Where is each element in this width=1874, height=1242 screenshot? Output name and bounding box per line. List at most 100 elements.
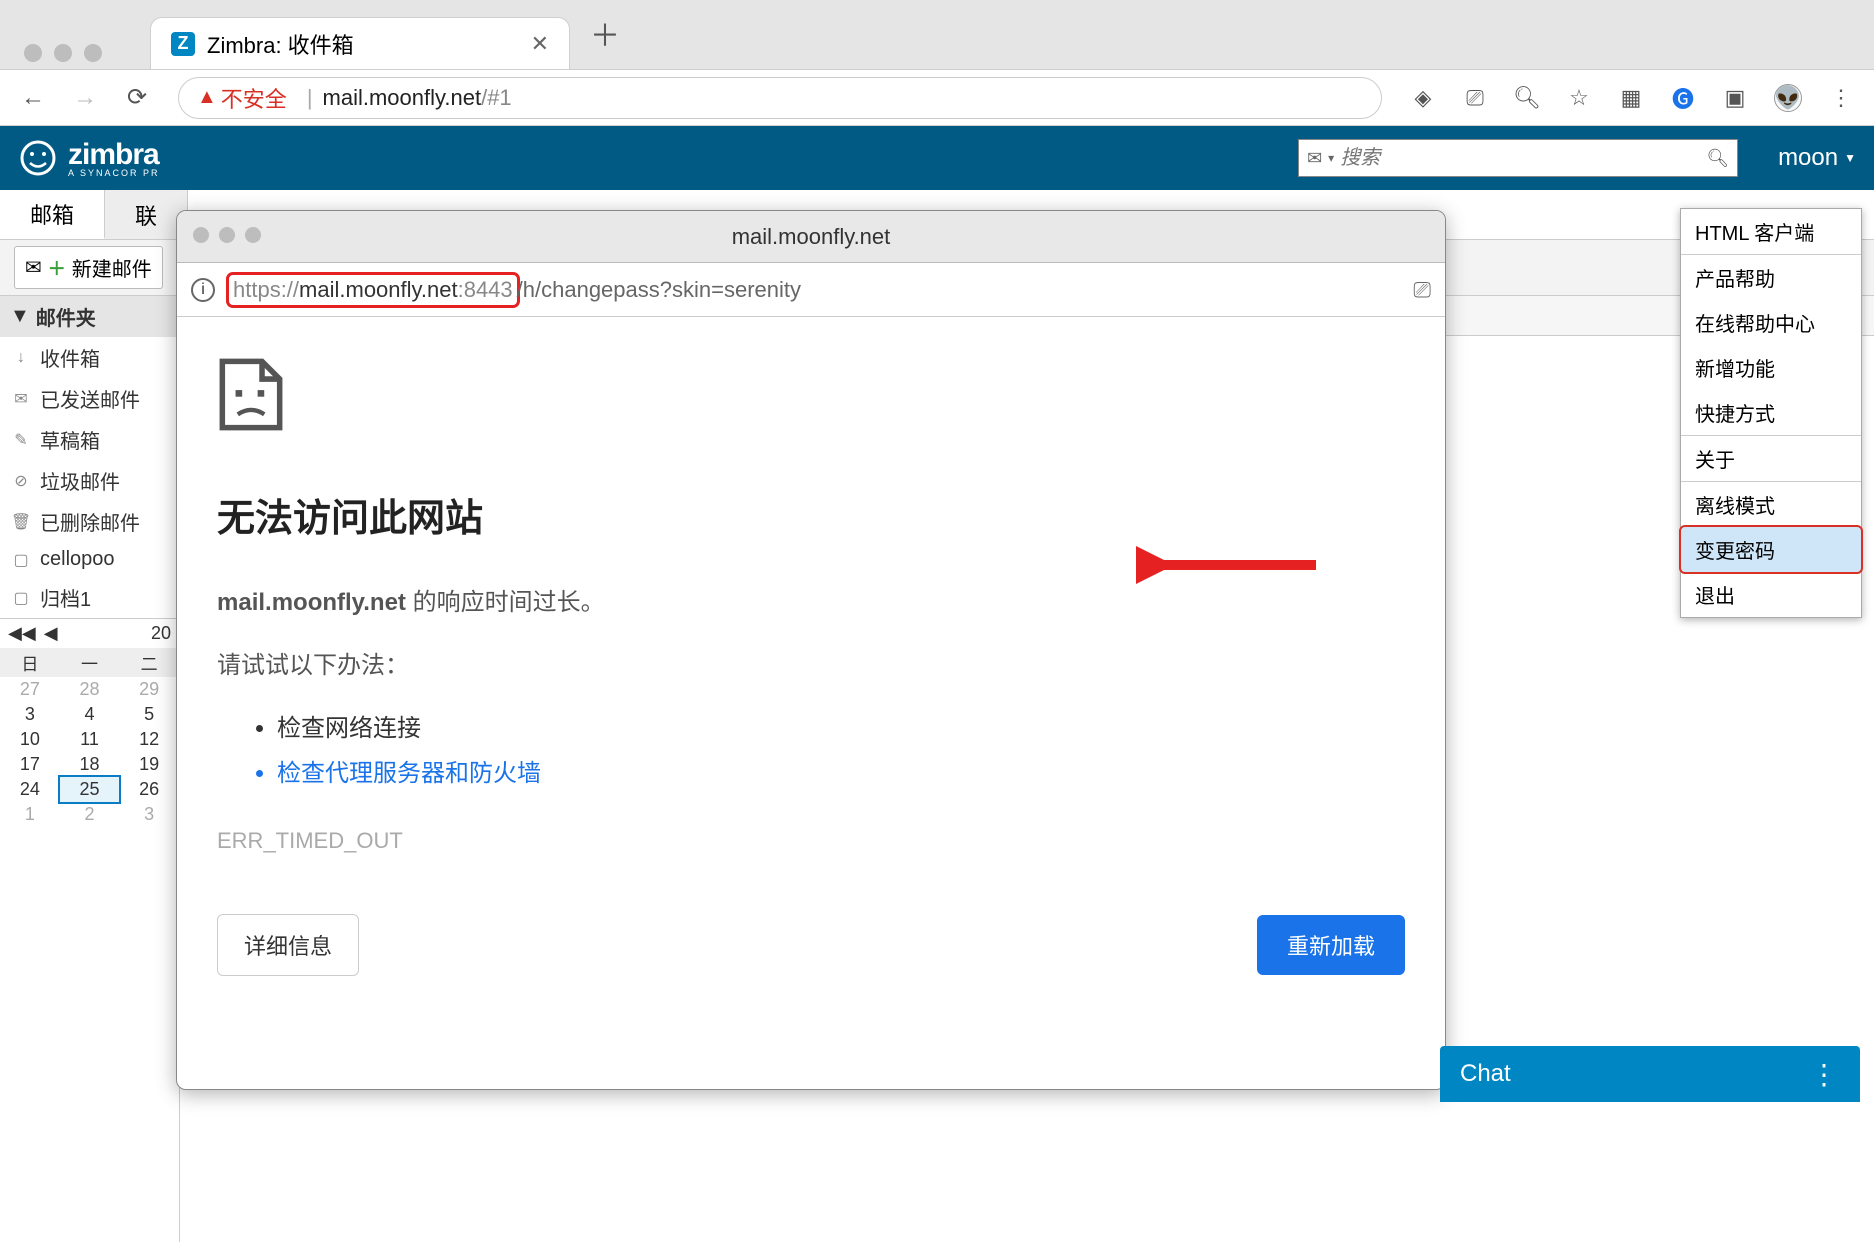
translate-icon[interactable]: 🅖 bbox=[1670, 85, 1696, 111]
account-menu-item[interactable]: 快捷方式 bbox=[1681, 390, 1861, 435]
search-scope-dropdown-icon[interactable]: ▾ bbox=[1328, 151, 1334, 165]
folder-label: 已发送邮件 bbox=[40, 384, 140, 413]
account-menu-item[interactable]: 离线模式 bbox=[1681, 482, 1861, 527]
bookmark-star-icon[interactable]: ☆ bbox=[1566, 85, 1592, 111]
calendar-day[interactable]: 4 bbox=[60, 702, 120, 727]
calendar-day[interactable]: 12 bbox=[119, 727, 179, 752]
browser-menu-icon[interactable]: ⋮ bbox=[1828, 85, 1854, 111]
screenshot-icon[interactable]: ▣ bbox=[1722, 85, 1748, 111]
reload-button[interactable]: ⟳ bbox=[124, 85, 150, 111]
popup-address-bar[interactable]: i https://mail.moonfly.net:8443 /h/chang… bbox=[177, 263, 1445, 317]
url-highlight-annotation: https://mail.moonfly.net:8443 bbox=[229, 275, 517, 305]
account-menu-item[interactable]: 退出 bbox=[1681, 572, 1861, 617]
forward-button[interactable]: → bbox=[72, 85, 98, 111]
folder-item[interactable]: ▢归档1 bbox=[0, 577, 179, 618]
zoom-icon[interactable]: 🔍︎ bbox=[1514, 85, 1540, 111]
calendar-day[interactable]: 5 bbox=[119, 702, 179, 727]
extension-icon[interactable]: ◈ bbox=[1410, 85, 1436, 111]
browser-tab[interactable]: Z Zimbra: 收件箱 ✕ bbox=[150, 17, 570, 69]
url-path: /#1 bbox=[481, 85, 512, 111]
zimbra-search-input[interactable]: ✉ ▾ 🔍︎ bbox=[1298, 139, 1738, 177]
folder-icon: ✎ bbox=[10, 429, 32, 451]
new-tab-button[interactable]: ＋ bbox=[590, 11, 620, 55]
compose-button[interactable]: ✉ ＋ 新建邮件 bbox=[14, 246, 163, 289]
plus-icon: ＋ bbox=[48, 255, 66, 281]
tab-close-icon[interactable]: ✕ bbox=[531, 31, 549, 57]
search-icon[interactable]: 🔍︎ bbox=[1706, 148, 1729, 169]
zoom-window-icon[interactable] bbox=[84, 44, 102, 62]
error-suggestion[interactable]: 检查代理服务器和防火墙 bbox=[277, 753, 1405, 788]
calendar-day[interactable]: 18 bbox=[60, 752, 120, 777]
browser-address-bar: ← → ⟳ ▲ 不安全 | mail.moonfly.net/#1 ◈ ⎚ 🔍︎… bbox=[0, 70, 1874, 126]
calendar-day[interactable]: 17 bbox=[0, 752, 60, 777]
folder-label: 已删除邮件 bbox=[40, 507, 140, 536]
collapse-icon: ▼ bbox=[10, 305, 30, 328]
avatar-icon[interactable]: 👽 bbox=[1774, 84, 1802, 112]
account-menu-item[interactable]: 变更密码 bbox=[1679, 525, 1863, 574]
tab-title: Zimbra: 收件箱 bbox=[207, 28, 354, 60]
calendar-day[interactable]: 2 bbox=[60, 802, 120, 827]
main-window-traffic-lights[interactable] bbox=[24, 44, 102, 62]
folder-item[interactable]: ↓收件箱 bbox=[0, 337, 179, 378]
folder-item[interactable]: 🗑已删除邮件 bbox=[0, 501, 179, 542]
cal-prev-month-icon[interactable]: ◀ bbox=[44, 623, 58, 644]
calendar-day[interactable]: 29 bbox=[119, 677, 179, 702]
calendar-day[interactable]: 1 bbox=[0, 802, 60, 827]
calendar-day[interactable]: 19 bbox=[119, 752, 179, 777]
reload-button[interactable]: 重新加载 bbox=[1257, 915, 1405, 975]
url-host: mail.moonfly.net bbox=[323, 85, 482, 111]
folder-item[interactable]: ✉已发送邮件 bbox=[0, 378, 179, 419]
calendar-day[interactable]: 3 bbox=[0, 702, 60, 727]
error-heading: 无法访问此网站 bbox=[217, 487, 1405, 542]
folder-label: 归档1 bbox=[40, 583, 91, 612]
popup-window: mail.moonfly.net i https://mail.moonfly.… bbox=[176, 210, 1446, 1090]
calendar-day[interactable]: 28 bbox=[60, 677, 120, 702]
not-secure-icon: ▲ bbox=[197, 86, 217, 109]
account-menu-item[interactable]: 关于 bbox=[1681, 436, 1861, 481]
folder-icon: ⊘ bbox=[10, 470, 32, 492]
chat-bar[interactable]: Chat ⋮ bbox=[1440, 1046, 1860, 1102]
popup-titlebar[interactable]: mail.moonfly.net bbox=[177, 211, 1445, 263]
account-menu-item[interactable]: 产品帮助 bbox=[1681, 255, 1861, 300]
popup-close-icon[interactable] bbox=[193, 227, 209, 243]
calendar-day[interactable]: 26 bbox=[119, 777, 179, 802]
account-menu-item[interactable]: 在线帮助中心 bbox=[1681, 300, 1861, 345]
back-button[interactable]: ← bbox=[20, 85, 46, 111]
calendar-day[interactable]: 25 bbox=[60, 777, 120, 802]
calendar-day[interactable]: 27 bbox=[0, 677, 60, 702]
popup-devices-icon[interactable]: ⎚ bbox=[1413, 277, 1431, 303]
popup-zoom-icon[interactable] bbox=[245, 227, 261, 243]
account-dropdown-menu[interactable]: HTML 客户端产品帮助在线帮助中心新增功能快捷方式关于离线模式变更密码退出 bbox=[1680, 208, 1862, 618]
details-button[interactable]: 详细信息 bbox=[217, 914, 359, 976]
search-scope-icon[interactable]: ✉ bbox=[1307, 148, 1322, 169]
folder-label: 垃圾邮件 bbox=[40, 466, 120, 495]
account-menu-item[interactable]: HTML 客户端 bbox=[1681, 209, 1861, 254]
calendar-day[interactable]: 3 bbox=[119, 802, 179, 827]
cal-prev-year-icon[interactable]: ◀◀ bbox=[8, 623, 36, 644]
calendar-day[interactable]: 11 bbox=[60, 727, 120, 752]
folder-item[interactable]: ▢cellopoo bbox=[0, 542, 179, 577]
chat-menu-icon[interactable]: ⋮ bbox=[1810, 1058, 1840, 1091]
popup-url-port: :8443 bbox=[458, 277, 513, 302]
minimize-window-icon[interactable] bbox=[54, 44, 72, 62]
folder-section-header[interactable]: ▼ 邮件夹 bbox=[0, 296, 179, 337]
close-window-icon[interactable] bbox=[24, 44, 42, 62]
calendar-day[interactable]: 24 bbox=[0, 777, 60, 802]
folder-item[interactable]: ✎草稿箱 bbox=[0, 419, 179, 460]
folder-icon: ↓ bbox=[10, 347, 32, 369]
browser-tab-strip: Z Zimbra: 收件箱 ✕ ＋ bbox=[0, 0, 1874, 70]
devices-icon[interactable]: ⎚ bbox=[1462, 85, 1488, 111]
extension-puzzle-icon[interactable]: ▦ bbox=[1618, 85, 1644, 111]
tab-mailbox[interactable]: 邮箱 bbox=[0, 190, 105, 239]
search-field[interactable] bbox=[1340, 147, 1706, 170]
url-input[interactable]: ▲ 不安全 | mail.moonfly.net/#1 bbox=[178, 77, 1382, 119]
site-info-icon[interactable]: i bbox=[191, 278, 215, 302]
error-description: mail.moonfly.net 的响应时间过长。 bbox=[217, 582, 1405, 617]
calendar-day[interactable]: 10 bbox=[0, 727, 60, 752]
account-menu-item[interactable]: 新增功能 bbox=[1681, 345, 1861, 390]
user-menu-button[interactable]: moon ▼ bbox=[1778, 144, 1856, 172]
folder-item[interactable]: ⊘ 垃圾邮件 bbox=[0, 460, 179, 501]
zimbra-logo[interactable]: zimbra A SYNACOR PR bbox=[18, 138, 160, 178]
popup-minimize-icon[interactable] bbox=[219, 227, 235, 243]
popup-traffic-lights[interactable] bbox=[193, 227, 261, 243]
